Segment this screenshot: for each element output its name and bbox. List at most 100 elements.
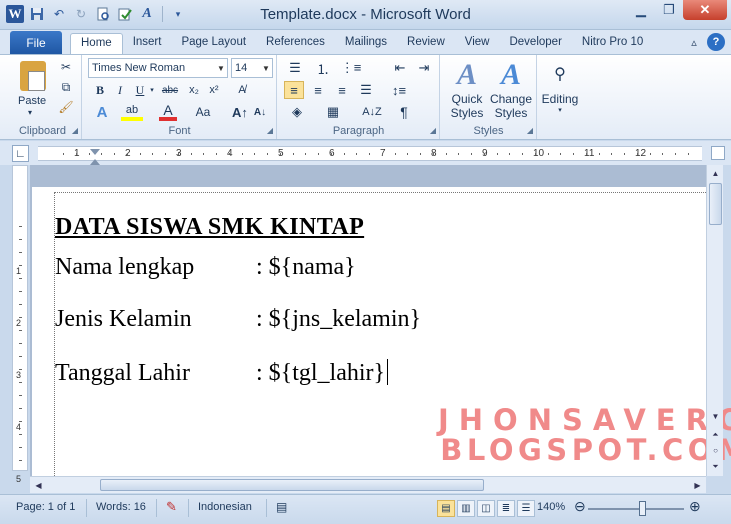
paste-button[interactable] bbox=[18, 59, 48, 93]
horizontal-scrollbar[interactable]: ◀ ▶ bbox=[30, 476, 706, 493]
numbering-icon[interactable]: ⒈ bbox=[312, 59, 334, 77]
styles-launcher-icon[interactable]: ◢ bbox=[527, 126, 533, 135]
minimize-button[interactable]: ▁ bbox=[627, 0, 655, 20]
minimize-ribbon-icon[interactable]: ▵ bbox=[685, 33, 703, 51]
scroll-down-icon[interactable]: ▼ bbox=[708, 409, 723, 424]
ruler-bar[interactable]: 1 2 3 4 5 6 7 8 9 10 11 12 bbox=[38, 146, 702, 165]
change-styles-button[interactable]: A Change Styles bbox=[489, 57, 533, 121]
macro-recording-icon[interactable]: ▤ bbox=[276, 500, 287, 514]
bold-button[interactable]: B bbox=[91, 81, 109, 99]
undo-icon[interactable]: ↶ bbox=[50, 5, 68, 23]
superscript-button[interactable]: x² bbox=[205, 81, 223, 99]
close-button[interactable]: ✕ bbox=[683, 0, 727, 20]
zoom-slider-thumb[interactable] bbox=[639, 501, 646, 516]
outline-view-button[interactable]: ≣ bbox=[497, 500, 515, 517]
first-line-indent-marker[interactable] bbox=[90, 149, 100, 155]
scroll-up-icon[interactable]: ▲ bbox=[708, 166, 723, 181]
word-app-icon[interactable]: W bbox=[6, 5, 24, 23]
font-size-select[interactable]: 14 ▼ bbox=[231, 58, 273, 78]
borders-icon[interactable]: ▦ bbox=[322, 103, 344, 121]
clipboard-launcher-icon[interactable]: ◢ bbox=[72, 126, 78, 135]
restore-button[interactable]: ❐ bbox=[655, 0, 683, 20]
vertical-scroll-thumb[interactable] bbox=[709, 183, 722, 225]
multilevel-list-icon[interactable]: ⋮≡ bbox=[340, 59, 362, 77]
tab-mailings[interactable]: Mailings bbox=[335, 33, 397, 54]
tab-view[interactable]: View bbox=[455, 33, 500, 54]
next-page-icon[interactable]: ⏷ bbox=[708, 459, 723, 474]
zoom-level[interactable]: 140% bbox=[537, 501, 565, 513]
tab-references[interactable]: References bbox=[256, 33, 335, 54]
font-color-icon[interactable]: A bbox=[138, 5, 156, 23]
line-spacing-icon[interactable]: ↕≡ bbox=[388, 81, 410, 99]
text-effects-icon[interactable]: A bbox=[91, 103, 113, 121]
tab-home[interactable]: Home bbox=[70, 33, 123, 54]
italic-button[interactable]: I bbox=[111, 81, 129, 99]
tab-review[interactable]: Review bbox=[397, 33, 455, 54]
font-color-button[interactable]: A bbox=[159, 102, 177, 121]
vertical-ruler-tick bbox=[19, 304, 22, 305]
copy-icon[interactable]: ⧉ bbox=[58, 79, 74, 95]
tab-nitro-pro[interactable]: Nitro Pro 10 bbox=[572, 33, 653, 54]
justify-button[interactable]: ☰ bbox=[356, 81, 376, 99]
vertical-ruler-number: 5 bbox=[16, 474, 22, 484]
draft-view-button[interactable]: ☰ bbox=[517, 500, 535, 517]
scroll-left-icon[interactable]: ◀ bbox=[31, 478, 46, 493]
paste-dropdown-icon[interactable]: ▾ bbox=[28, 108, 32, 117]
full-screen-reading-button[interactable]: ▥ bbox=[457, 500, 475, 517]
help-icon[interactable]: ? bbox=[707, 33, 725, 51]
zoom-in-icon[interactable]: ⊕ bbox=[689, 498, 701, 515]
change-case-icon[interactable]: Aa bbox=[191, 103, 215, 121]
vertical-scrollbar[interactable]: ▲ ▼ ⏶ ○ ⏷ bbox=[706, 165, 723, 476]
font-group-label: Font bbox=[168, 125, 191, 137]
print-preview-icon[interactable] bbox=[94, 5, 112, 23]
quick-styles-button[interactable]: A Quick Styles bbox=[447, 57, 487, 121]
font-launcher-icon[interactable]: ◢ bbox=[267, 126, 273, 135]
tab-insert[interactable]: Insert bbox=[123, 33, 172, 54]
scroll-right-icon[interactable]: ▶ bbox=[690, 478, 705, 493]
decrease-indent-icon[interactable]: ⇤ bbox=[390, 59, 410, 77]
tab-selector[interactable]: ∟ bbox=[12, 145, 29, 162]
redo-icon[interactable]: ↻ bbox=[72, 5, 90, 23]
tab-developer[interactable]: Developer bbox=[499, 33, 571, 54]
save-icon[interactable] bbox=[28, 5, 46, 23]
ruler-tick bbox=[445, 153, 447, 155]
select-browse-object-icon[interactable]: ○ bbox=[708, 443, 723, 458]
language-indicator[interactable]: Indonesian bbox=[198, 501, 252, 513]
font-family-select[interactable]: Times New Roman ▼ bbox=[88, 58, 228, 78]
clear-formatting-icon[interactable]: A̸ bbox=[233, 81, 251, 99]
customize-qat-icon[interactable]: ▾ bbox=[169, 5, 187, 23]
zoom-slider-track[interactable] bbox=[588, 508, 684, 510]
tab-page-layout[interactable]: Page Layout bbox=[171, 33, 256, 54]
ruler-tick bbox=[139, 153, 141, 155]
editing-button[interactable]: ⚲ Editing ▾ bbox=[540, 59, 580, 119]
previous-page-icon[interactable]: ⏶ bbox=[708, 427, 723, 442]
zoom-out-icon[interactable]: ⊖ bbox=[574, 498, 586, 515]
word-count[interactable]: Words: 16 bbox=[96, 501, 146, 513]
bullets-icon[interactable]: ☰ bbox=[284, 59, 306, 77]
spelling-icon[interactable] bbox=[116, 5, 134, 23]
subscript-button[interactable]: x₂ bbox=[185, 81, 203, 99]
sort-icon[interactable]: A↓Z bbox=[362, 103, 382, 121]
grow-font-icon[interactable]: A↑ bbox=[231, 103, 249, 121]
paragraph-launcher-icon[interactable]: ◢ bbox=[430, 126, 436, 135]
show-formatting-icon[interactable]: ¶ bbox=[394, 103, 414, 121]
increase-indent-icon[interactable]: ⇥ bbox=[414, 59, 434, 77]
shrink-font-icon[interactable]: A↓ bbox=[251, 103, 269, 121]
format-painter-icon[interactable]: 🖌 bbox=[58, 99, 74, 115]
highlight-icon[interactable]: ab bbox=[121, 103, 143, 121]
web-layout-button[interactable]: ◫ bbox=[477, 500, 495, 517]
align-center-button[interactable]: ≡ bbox=[308, 81, 328, 99]
proofing-icon[interactable]: ✎ bbox=[166, 499, 177, 515]
page-count[interactable]: Page: 1 of 1 bbox=[16, 501, 75, 513]
document-body[interactable]: DATA SISWA SMK KINTAP Nama lengkap: ${na… bbox=[55, 214, 421, 386]
tab-file[interactable]: File bbox=[10, 31, 62, 54]
cut-icon[interactable]: ✂ bbox=[58, 59, 74, 75]
underline-dropdown-icon[interactable]: ▾ bbox=[147, 81, 157, 99]
shading-icon[interactable]: ◈ bbox=[286, 103, 308, 121]
align-left-button[interactable]: ≡ bbox=[284, 81, 304, 99]
align-right-button[interactable]: ≡ bbox=[332, 81, 352, 99]
strikethrough-button[interactable]: abc bbox=[159, 81, 181, 99]
horizontal-scroll-thumb[interactable] bbox=[100, 479, 484, 491]
view-ruler-icon[interactable] bbox=[711, 146, 725, 160]
print-layout-view-button[interactable]: ▤ bbox=[437, 500, 455, 517]
